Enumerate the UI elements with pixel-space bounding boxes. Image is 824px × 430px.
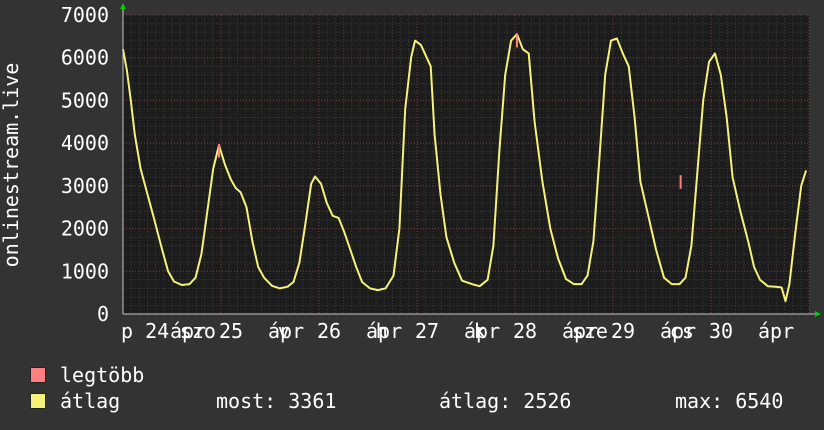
y-tick-label: 0 — [97, 302, 109, 326]
x-tick-label: h — [376, 319, 388, 343]
y-axis-label: onlinestream.live — [0, 63, 23, 268]
x-tick-label: 29 — [611, 319, 635, 343]
legend-avg: átlag — [30, 389, 120, 413]
x-tick-label: szo — [180, 319, 216, 343]
x-tick-label: cs — [670, 319, 694, 343]
x-tick-label: 25 — [219, 319, 243, 343]
legend-max-label: legtöbb — [60, 363, 145, 387]
x-tick-label: 30 — [709, 319, 733, 343]
x-tick-label: sze — [572, 319, 608, 343]
y-tick-label: 7000 — [61, 3, 109, 27]
x-tick-label: k — [474, 319, 486, 343]
y-tick-label: 1000 — [61, 259, 109, 283]
legend-avg-label: átlag — [60, 389, 121, 413]
y-tick-label: 3000 — [61, 174, 109, 198]
y-tick-label: 2000 — [61, 217, 109, 241]
legend-avg-swatch — [30, 393, 46, 409]
x-axis-arrow — [815, 311, 821, 317]
stat-avg: átlag: 2526 — [439, 389, 572, 413]
x-tick-label: v — [278, 319, 290, 343]
legend-max: legtöbb — [30, 363, 144, 387]
x-tick-label: 28 — [513, 319, 537, 343]
x-tick-label: 26 — [317, 319, 341, 343]
y-axis-arrow — [120, 3, 126, 9]
x-tick-label: p 24 — [121, 319, 169, 343]
stat-now: most: 3361 — [216, 389, 337, 413]
x-tick-label: ápr — [758, 319, 794, 343]
y-tick-label: 4000 — [61, 131, 109, 155]
x-tick-label: 27 — [415, 319, 439, 343]
legend-max-swatch — [30, 367, 46, 383]
y-tick-label: 5000 — [61, 88, 109, 112]
stat-max: max: 6540 — [675, 389, 784, 413]
y-tick-label: 6000 — [61, 46, 109, 70]
